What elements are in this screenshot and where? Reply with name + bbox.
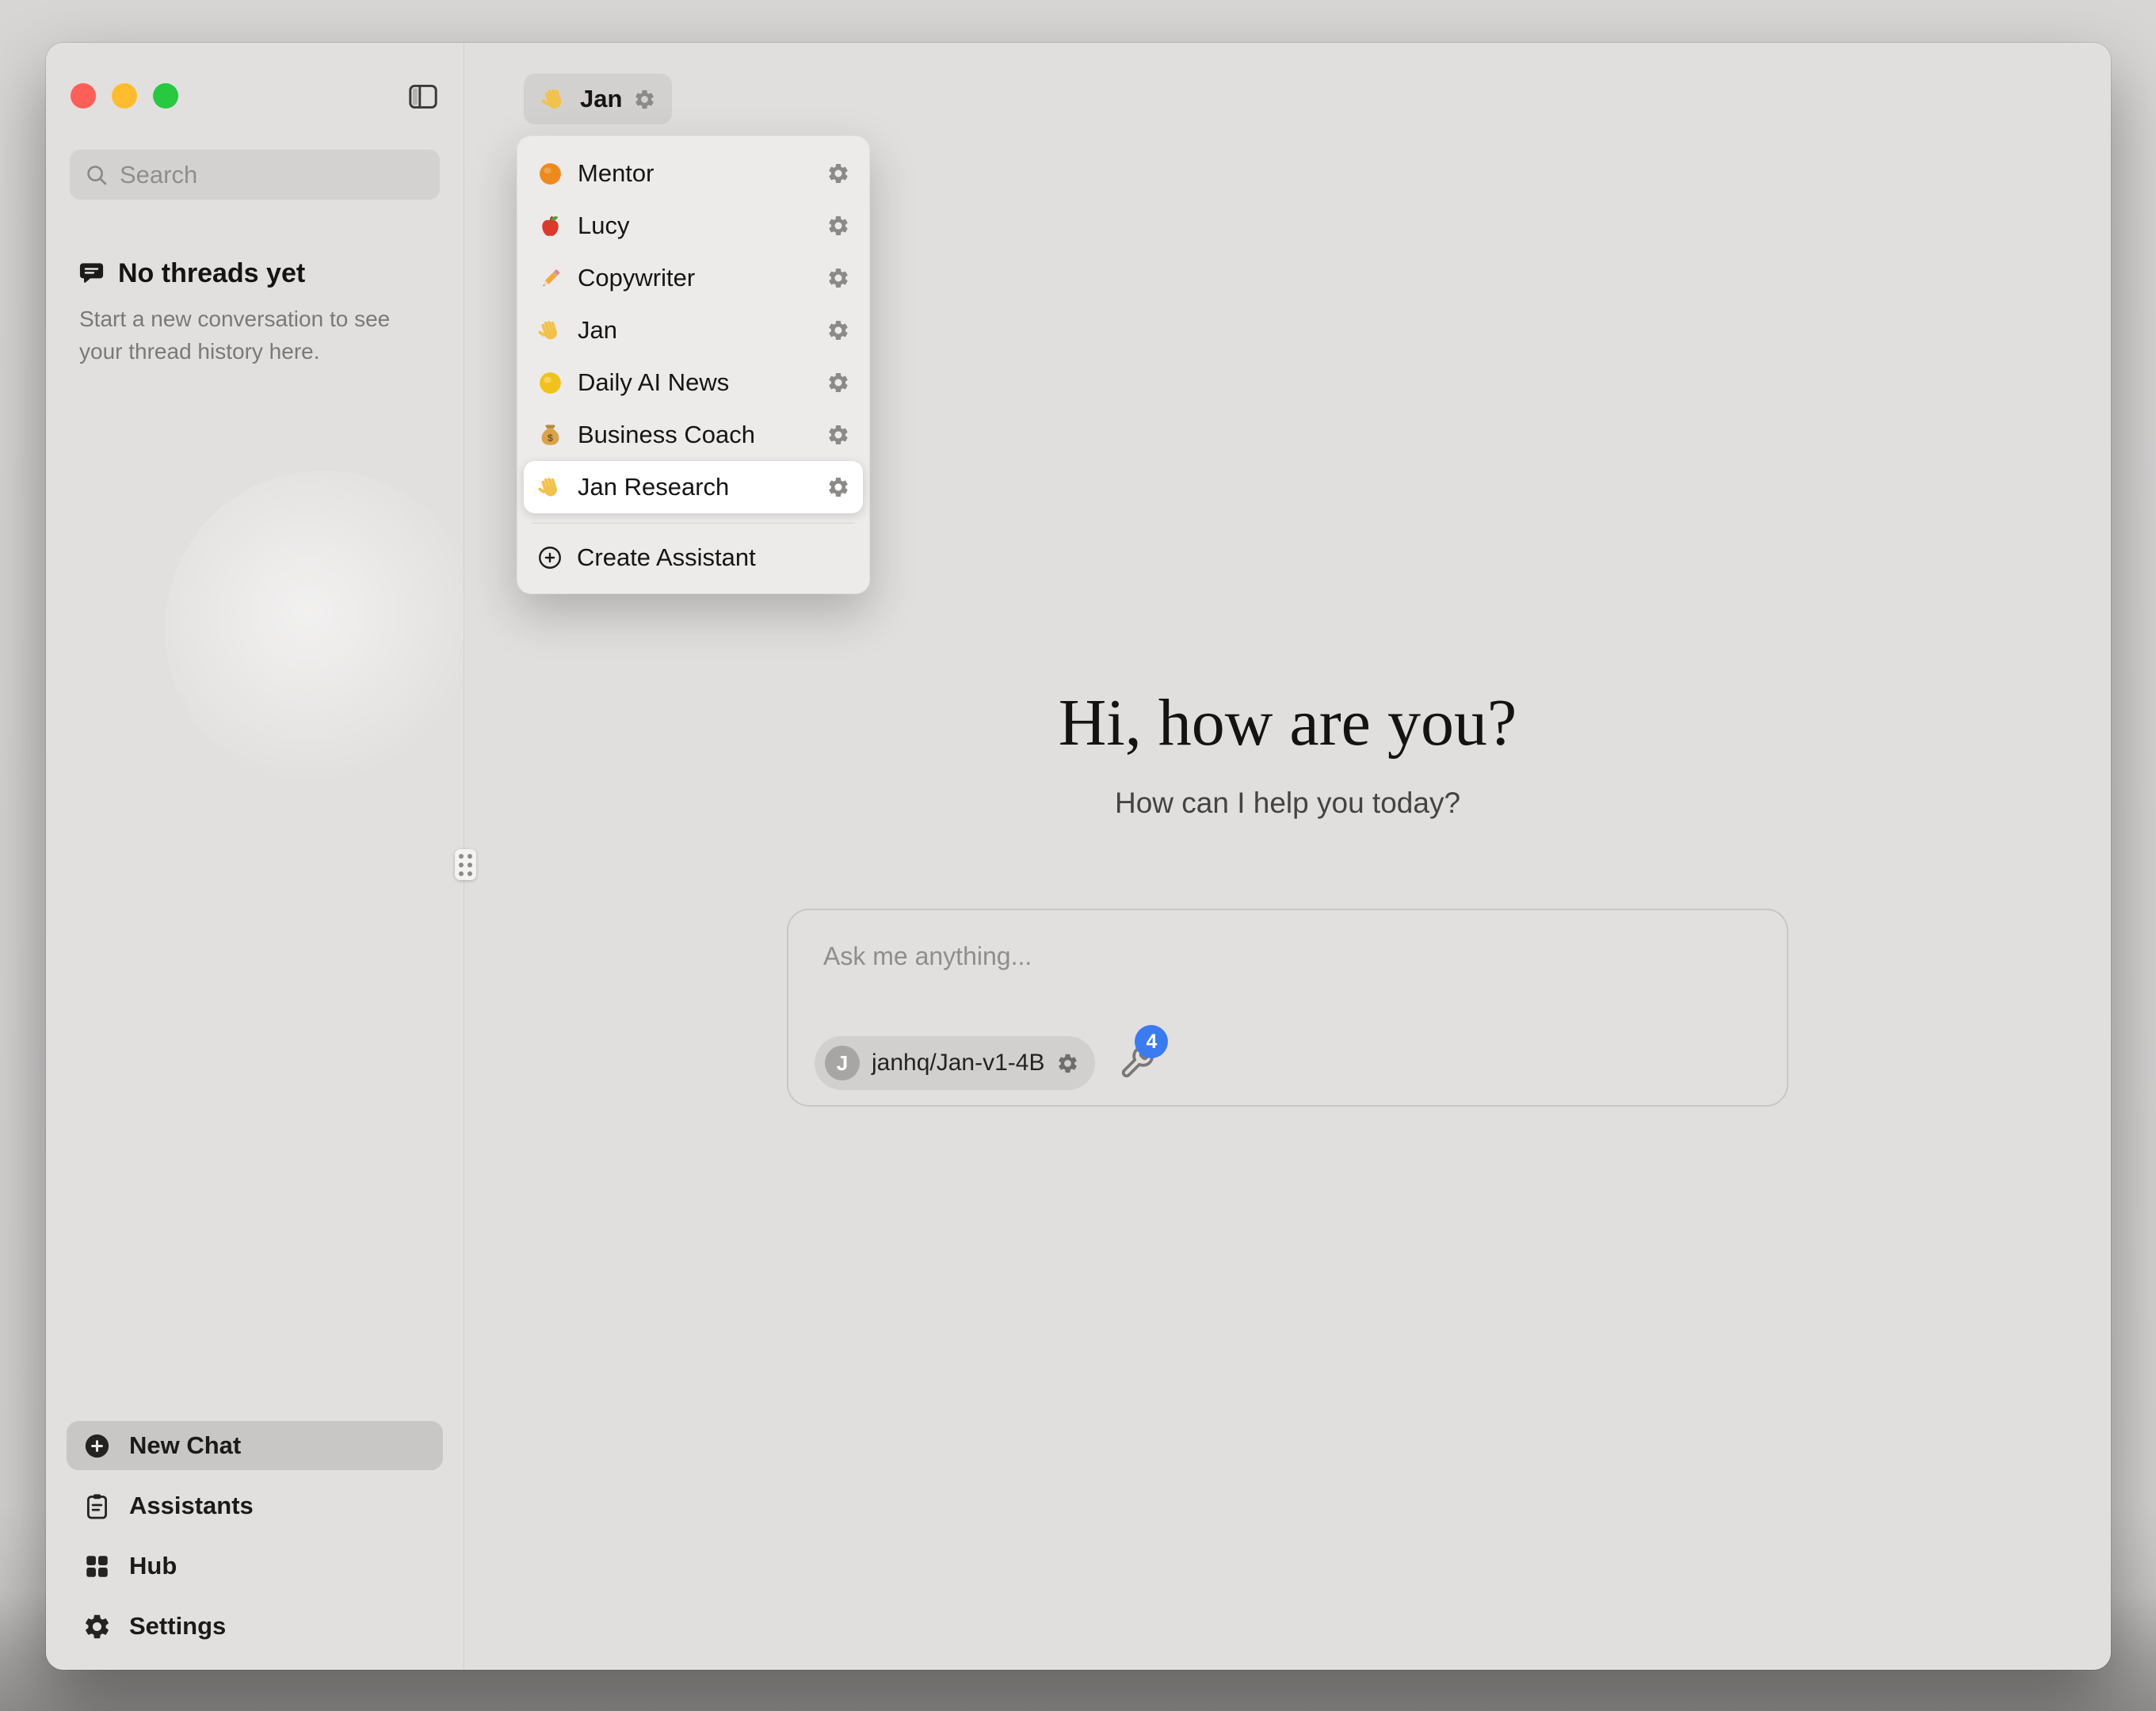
assistant-label: Daily AI News — [578, 368, 729, 397]
settings-button[interactable]: Settings — [67, 1602, 443, 1651]
tools-count-badge: 4 — [1135, 1025, 1168, 1058]
search-field[interactable] — [70, 150, 440, 200]
new-chat-button[interactable]: New Chat — [67, 1421, 443, 1470]
sidebar-nav: New Chat Assistants Hub Settings — [46, 1421, 464, 1670]
composer[interactable]: J janhq/Jan-v1-4B 4 — [787, 909, 1788, 1107]
plus-circle-icon — [82, 1431, 112, 1461]
decorative-blob — [165, 471, 482, 787]
model-name: janhq/Jan-v1-4B — [872, 1050, 1044, 1077]
chat-bubble-icon — [78, 260, 105, 288]
gear-icon[interactable] — [826, 214, 850, 238]
main-area: Jan Mentor Lucy Copywriter — [464, 43, 2111, 1670]
search-icon — [84, 162, 109, 188]
model-avatar: J — [825, 1046, 860, 1080]
wave-hand-icon — [536, 474, 564, 501]
assistant-menu-item-copywriter[interactable]: Copywriter — [524, 252, 863, 304]
sidebar-titlebar — [46, 43, 464, 150]
gear-icon[interactable] — [633, 88, 656, 111]
close-button[interactable] — [71, 83, 96, 109]
create-assistant-button[interactable]: Create Assistant — [524, 533, 863, 582]
assistant-menu-item-jan[interactable]: Jan — [524, 304, 863, 356]
greeting: Hi, how are you? How can I help you toda… — [464, 684, 2111, 820]
gear-icon — [82, 1612, 112, 1641]
sidebar-resize-handle[interactable] — [455, 849, 476, 880]
gear-icon[interactable] — [826, 423, 850, 447]
message-input[interactable] — [823, 942, 1752, 971]
plus-circle-outline-icon — [536, 544, 563, 571]
minimize-button[interactable] — [112, 83, 137, 109]
threads-empty-state: No threads yet Start a new conversation … — [46, 200, 464, 368]
app-window: No threads yet Start a new conversation … — [46, 43, 2111, 1670]
apple-icon — [536, 212, 564, 240]
assistant-selector[interactable]: Jan — [524, 74, 672, 124]
zoom-button[interactable] — [153, 83, 178, 109]
assistant-label: Copywriter — [578, 264, 695, 292]
yellow-circle-icon — [536, 369, 564, 397]
search-input[interactable] — [120, 161, 440, 189]
assistant-label: Mentor — [578, 159, 654, 188]
assistant-label: Jan Research — [578, 473, 729, 501]
create-assistant-label: Create Assistant — [577, 543, 756, 572]
model-selector[interactable]: J janhq/Jan-v1-4B — [815, 1036, 1095, 1090]
assistant-label: Lucy — [578, 211, 629, 240]
assistant-label: Business Coach — [578, 421, 755, 449]
clipboard-icon — [82, 1492, 112, 1521]
gear-icon[interactable] — [826, 371, 850, 394]
wave-hand-icon — [536, 317, 564, 345]
assistant-label: Jan — [578, 316, 617, 345]
gear-icon[interactable] — [826, 162, 850, 185]
money-bag-icon — [536, 421, 564, 449]
assistant-menu: Mentor Lucy Copywriter Jan — [517, 135, 870, 594]
composer-toolbar: J janhq/Jan-v1-4B 4 — [815, 1036, 1157, 1090]
assistant-selector-label: Jan — [580, 85, 622, 113]
window-controls — [71, 83, 178, 109]
greeting-subtitle: How can I help you today? — [464, 787, 2111, 820]
sidebar: No threads yet Start a new conversation … — [46, 43, 464, 1670]
greeting-title: Hi, how are you? — [464, 684, 2111, 761]
assistant-menu-item-mentor[interactable]: Mentor — [524, 147, 863, 200]
wave-hand-icon — [540, 85, 569, 114]
sidebar-toggle-icon[interactable] — [406, 80, 440, 113]
gear-icon[interactable] — [826, 318, 850, 342]
gear-icon[interactable] — [1056, 1052, 1079, 1075]
gear-icon[interactable] — [826, 475, 850, 499]
empty-state-description: Start a new conversation to see your thr… — [79, 303, 426, 368]
hub-button[interactable]: Hub — [67, 1541, 443, 1591]
gear-icon[interactable] — [826, 266, 850, 290]
pencil-icon — [536, 265, 564, 292]
new-chat-label: New Chat — [129, 1431, 241, 1460]
empty-state-title: No threads yet — [118, 258, 305, 289]
desktop: No threads yet Start a new conversation … — [0, 0, 2156, 1711]
grid-icon — [82, 1552, 112, 1581]
assistants-label: Assistants — [129, 1492, 254, 1520]
settings-label: Settings — [129, 1612, 226, 1641]
assistants-button[interactable]: Assistants — [67, 1481, 443, 1530]
menu-separator — [532, 523, 855, 524]
hub-label: Hub — [129, 1552, 177, 1580]
orange-circle-icon — [536, 160, 564, 188]
assistant-menu-item-jan-research[interactable]: Jan Research — [524, 461, 863, 513]
assistant-menu-item-daily-ai-news[interactable]: Daily AI News — [524, 356, 863, 409]
tools-button[interactable]: 4 — [1119, 1044, 1157, 1082]
assistant-menu-item-business-coach[interactable]: Business Coach — [524, 409, 863, 461]
assistant-menu-item-lucy[interactable]: Lucy — [524, 200, 863, 252]
